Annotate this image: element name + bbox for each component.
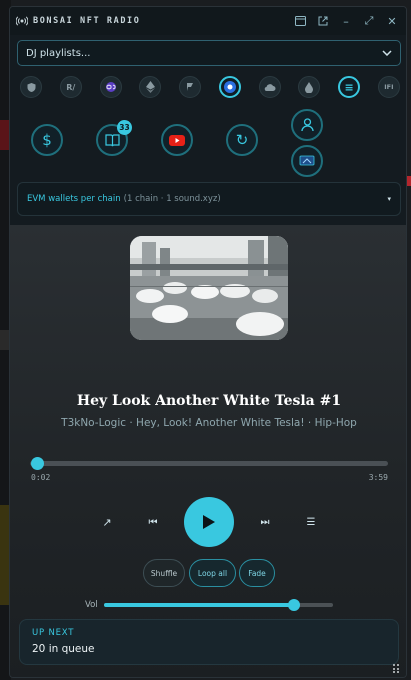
progress-slider[interactable] <box>30 457 388 470</box>
queue-count: 20 in queue <box>32 643 95 655</box>
external-link-icon[interactable] <box>315 13 331 29</box>
share-icon[interactable]: ↗ <box>100 515 114 529</box>
youtube-button[interactable] <box>161 124 193 156</box>
dollar-button[interactable]: $ <box>31 124 63 156</box>
volume-fill <box>104 603 295 607</box>
fade-button[interactable]: Fade <box>239 559 275 587</box>
polygon-chain-icon[interactable] <box>99 76 122 98</box>
next-track-button[interactable]: ⏭ <box>258 515 272 529</box>
elapsed-time: 0:02 <box>31 473 51 482</box>
chain-filter-row: R/ ≡ IFI <box>20 75 400 99</box>
album-art <box>130 236 288 340</box>
volume-slider[interactable] <box>104 599 333 611</box>
chevron-down-icon <box>382 50 392 56</box>
resize-grip-icon[interactable] <box>392 663 402 673</box>
dollar-icon: $ <box>42 131 52 149</box>
playlist-select-value: DJ playlists... <box>26 47 91 59</box>
shuffle-button[interactable]: Shuffle <box>143 559 185 587</box>
track-subtitle: T3kNo-Logic · Hey, Look! Another White T… <box>61 417 357 429</box>
youtube-icon <box>169 134 185 146</box>
wallet-filter-label: EVM wallets per chain <box>27 194 121 204</box>
now-playing-panel: Hey Look Another White Tesla #1 T3kNo-Lo… <box>10 225 406 677</box>
radio-window: BONSAI NFT RADIO – ⤢ ✕ DJ playlists... R… <box>9 6 407 678</box>
volume-label: Vol <box>85 600 98 610</box>
drop-chain-icon[interactable] <box>298 76 321 98</box>
profile-button[interactable] <box>291 109 323 141</box>
radio-icon <box>16 16 28 26</box>
track-title: Hey Look Another White Tesla #1 <box>76 393 342 409</box>
volume-knob[interactable] <box>288 599 301 611</box>
minimize-icon[interactable]: – <box>338 13 354 29</box>
caret-down-icon: ▾ <box>387 195 391 203</box>
flag-chain-icon[interactable] <box>179 76 202 98</box>
user-icon <box>300 118 314 132</box>
ethereum-chain-icon[interactable] <box>139 76 162 98</box>
up-next-panel[interactable]: UP NEXT 20 in queue <box>19 619 399 665</box>
wallet-filter-detail: (1 chain · 1 sound.xyz) <box>123 194 221 204</box>
app-title: BONSAI NFT RADIO <box>33 16 141 26</box>
queue-icon[interactable]: ☰ <box>304 515 318 529</box>
cast-icon <box>299 155 315 166</box>
library-button[interactable]: 33 <box>96 120 132 156</box>
close-icon[interactable]: ✕ <box>384 13 400 29</box>
playlist-select[interactable]: DJ playlists... <box>17 40 401 66</box>
progress-knob[interactable] <box>30 457 44 470</box>
ifi-chain-icon[interactable]: IFI <box>377 76 400 98</box>
loop-all-button[interactable]: Loop all <box>189 559 236 587</box>
play-button[interactable] <box>184 497 234 547</box>
zora-chain-icon[interactable] <box>218 76 241 98</box>
r-chain-icon[interactable]: R/ <box>59 76 82 98</box>
wallet-filter-select[interactable]: EVM wallets per chain (1 chain · 1 sound… <box>17 182 401 216</box>
book-icon <box>104 133 120 146</box>
menu-chain-icon[interactable]: ≡ <box>338 76 361 98</box>
shield-chain-icon[interactable] <box>20 76 42 98</box>
refresh-button[interactable]: ↻ <box>226 124 258 156</box>
titlebar: BONSAI NFT RADIO – ⤢ ✕ <box>10 7 406 35</box>
up-next-label: UP NEXT <box>32 628 75 638</box>
window-controls: – ⤢ ✕ <box>292 13 400 29</box>
previous-track-button[interactable]: ⏮ <box>146 515 160 529</box>
play-icon <box>203 515 215 529</box>
cast-button[interactable] <box>291 145 323 177</box>
window-icon[interactable] <box>292 13 308 29</box>
duration-time: 3:59 <box>368 473 388 482</box>
expand-icon[interactable]: ⤢ <box>361 13 377 29</box>
library-count-badge: 33 <box>117 120 132 135</box>
refresh-icon: ↻ <box>235 131 249 149</box>
cloud-chain-icon[interactable] <box>258 76 281 98</box>
